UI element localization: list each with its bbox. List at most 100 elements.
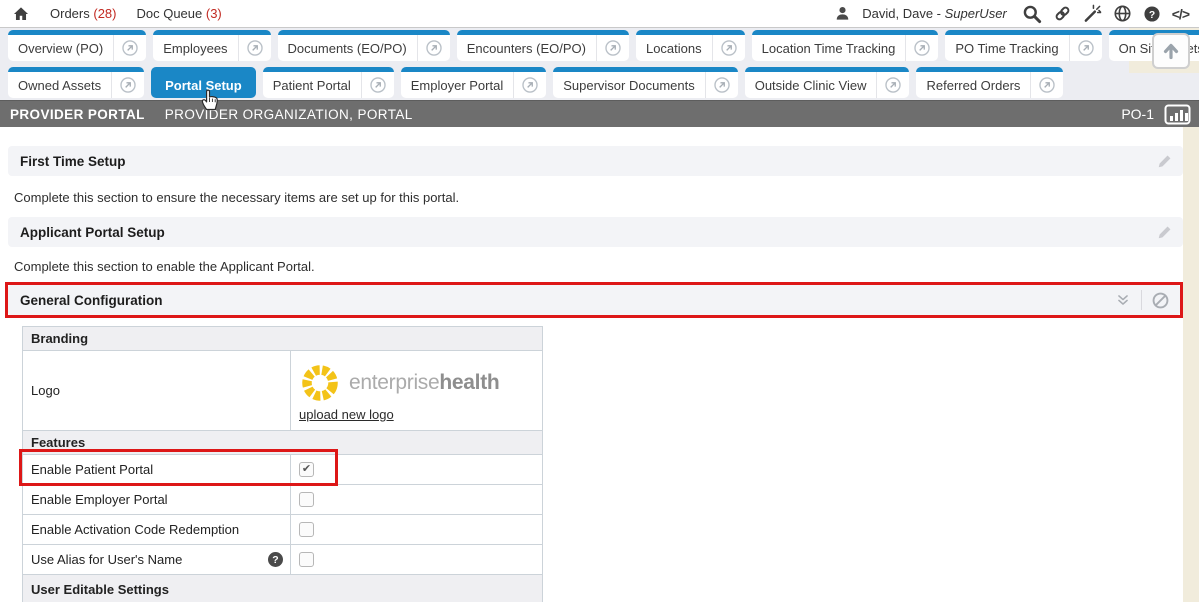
user-name-text: David, Dave -: [862, 6, 941, 21]
feature-label: Enable Patient Portal: [31, 462, 153, 477]
tab-locations[interactable]: Locations: [636, 30, 745, 61]
section-description: Complete this section to enable the Appl…: [14, 259, 1183, 274]
tab-referred-orders[interactable]: Referred Orders: [916, 67, 1063, 98]
user-role: SuperUser: [945, 6, 1007, 21]
field-help-icon[interactable]: [268, 552, 283, 567]
tab-location-time-tracking[interactable]: Location Time Tracking: [752, 30, 939, 61]
tab-label: Supervisor Documents: [553, 72, 705, 98]
feature-row-use-alias: Use Alias for User's Name: [23, 545, 542, 575]
tab-label: Outside Clinic View: [745, 72, 877, 98]
feature-label: Use Alias for User's Name: [31, 552, 182, 567]
tab-label: Employees: [153, 35, 237, 61]
tab-employees[interactable]: Employees: [153, 30, 270, 61]
disable-icon[interactable]: [1151, 291, 1170, 310]
logo-word-light: enterprise: [349, 371, 439, 394]
logo-ring-icon: [299, 362, 341, 404]
globe-icon[interactable]: [1113, 4, 1132, 23]
external-link-icon[interactable]: [238, 35, 271, 61]
tab-label: Overview (PO): [8, 35, 113, 61]
tab-documents-eo-po[interactable]: Documents (EO/PO): [278, 30, 450, 61]
tab-po-time-tracking[interactable]: PO Time Tracking: [945, 30, 1101, 61]
tab-row-1: Overview (PO) Employees Documents (EO/PO) E…: [0, 28, 1199, 61]
tab-supervisor-documents[interactable]: Supervisor Documents: [553, 67, 738, 98]
chevron-double-down-icon[interactable]: [1114, 291, 1132, 309]
record-title: PROVIDER ORGANIZATION, PORTAL: [165, 107, 413, 122]
tab-encounters-eo-po[interactable]: Encounters (EO/PO): [457, 30, 629, 61]
tab-label: Location Time Tracking: [752, 35, 906, 61]
section-title: First Time Setup: [20, 154, 126, 169]
logo-word-bold: health: [439, 371, 499, 394]
tab-patient-portal[interactable]: Patient Portal: [263, 67, 394, 98]
external-link-icon[interactable]: [417, 35, 450, 61]
tab-employer-portal[interactable]: Employer Portal: [401, 67, 546, 98]
external-link-icon[interactable]: [596, 35, 629, 61]
top-bar-left: Orders (28) Doc Queue (3): [0, 5, 222, 23]
feature-label: Enable Employer Portal: [31, 492, 168, 507]
search-icon[interactable]: [1022, 4, 1042, 24]
tab-band: Overview (PO) Employees Documents (EO/PO) E…: [0, 28, 1199, 100]
feature-row-enable-activation-code-redemption: Enable Activation Code Redemption: [23, 515, 542, 545]
company-logo: enterprisehealth: [299, 362, 499, 404]
nav-doc-queue[interactable]: Doc Queue (3): [136, 6, 221, 21]
nav-orders[interactable]: Orders (28): [50, 6, 116, 21]
user-editable-settings-header: User Editable Settings: [23, 575, 542, 602]
section-title: General Configuration: [20, 293, 163, 308]
external-link-icon[interactable]: [111, 72, 144, 98]
tab-label: Referred Orders: [916, 72, 1030, 98]
external-link-icon[interactable]: [705, 72, 738, 98]
tab-portal-setup[interactable]: Portal Setup: [151, 67, 256, 98]
nav-doc-queue-label: Doc Queue: [136, 6, 202, 21]
section-first-time-setup[interactable]: First Time Setup: [8, 146, 1183, 176]
code-icon[interactable]: </>: [1172, 6, 1189, 22]
external-link-icon[interactable]: [513, 72, 546, 98]
top-bar: Orders (28) Doc Queue (3) David, Dave - …: [0, 0, 1199, 28]
icon-divider: [1141, 290, 1142, 310]
tab-label: Portal Setup: [151, 72, 256, 98]
features-header: Features: [23, 431, 542, 455]
external-link-icon[interactable]: [1030, 72, 1063, 98]
enable-employer-portal-checkbox[interactable]: [299, 492, 314, 507]
context-bar-right: PO-1: [1121, 104, 1199, 125]
bar-chart-icon[interactable]: [1164, 104, 1191, 125]
external-link-icon[interactable]: [712, 35, 745, 61]
tab-overview-po[interactable]: Overview (PO): [8, 30, 146, 61]
tab-label: Encounters (EO/PO): [457, 35, 596, 61]
feature-row-enable-employer-portal: Enable Employer Portal: [23, 485, 542, 515]
nav-doc-queue-count: (3): [206, 6, 222, 21]
nav-orders-label: Orders: [50, 6, 90, 21]
external-link-icon[interactable]: [905, 35, 938, 61]
section-general-configuration[interactable]: General Configuration: [8, 285, 1180, 315]
external-link-icon[interactable]: [361, 72, 394, 98]
use-alias-checkbox[interactable]: [299, 552, 314, 567]
pencil-icon[interactable]: [1156, 224, 1173, 241]
external-link-icon[interactable]: [876, 72, 909, 98]
feature-row-enable-patient-portal: Enable Patient Portal: [23, 455, 542, 485]
main-content: First Time Setup Complete this section t…: [0, 127, 1183, 602]
enable-patient-portal-checkbox[interactable]: [299, 462, 314, 477]
tab-label: Owned Assets: [8, 72, 111, 98]
logo-wordmark: enterprisehealth: [349, 371, 499, 395]
general-configuration-highlight: General Configuration: [5, 282, 1183, 318]
upload-new-logo-link[interactable]: upload new logo: [299, 407, 394, 422]
wand-icon[interactable]: [1083, 4, 1102, 23]
branding-header: Branding: [23, 327, 542, 351]
user-icon: [834, 5, 851, 22]
scroll-up-button[interactable]: [1152, 33, 1190, 69]
external-link-icon[interactable]: [1069, 35, 1102, 61]
context-bar: PROVIDER PORTAL PROVIDER ORGANIZATION, P…: [0, 100, 1199, 127]
tab-row-2: Owned Assets Portal Setup Patient PortalEm…: [0, 61, 1199, 98]
link-icon[interactable]: [1053, 4, 1072, 23]
tab-label: Locations: [636, 35, 712, 61]
app-window: Orders (28) Doc Queue (3) David, Dave - …: [0, 0, 1199, 602]
home-icon[interactable]: [12, 5, 30, 23]
help-icon[interactable]: ?: [1143, 5, 1161, 23]
logo-label: Logo: [23, 351, 291, 430]
external-link-icon[interactable]: [113, 35, 146, 61]
pencil-icon[interactable]: [1156, 153, 1173, 170]
current-user[interactable]: David, Dave - SuperUser: [862, 6, 1007, 21]
tab-owned-assets[interactable]: Owned Assets: [8, 67, 144, 98]
tab-outside-clinic-view[interactable]: Outside Clinic View: [745, 67, 910, 98]
right-margin-strip: [1183, 127, 1199, 602]
section-applicant-portal-setup[interactable]: Applicant Portal Setup: [8, 217, 1183, 247]
enable-activation-code-redemption-checkbox[interactable]: [299, 522, 314, 537]
